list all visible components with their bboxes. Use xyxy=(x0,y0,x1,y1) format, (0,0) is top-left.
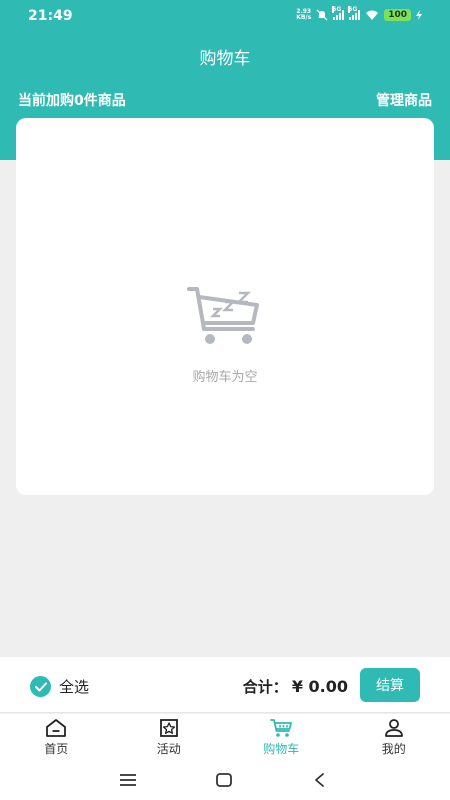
menu-icon[interactable] xyxy=(118,771,138,789)
system-navigation-bar xyxy=(0,762,450,800)
home-icon xyxy=(46,719,67,737)
home-square-icon[interactable] xyxy=(214,771,234,789)
checkout-bar: 全选 合计： ¥ 0.00 结算 xyxy=(0,657,450,713)
profile-icon xyxy=(384,719,403,737)
status-bar: 21:49 2.93 KB/s 5G 5G 100 xyxy=(0,0,450,34)
battery-indicator: 100 xyxy=(384,9,411,21)
tab-label: 活动 xyxy=(156,742,181,756)
tab-activity[interactable]: 活动 xyxy=(113,714,226,762)
total-label: 合计： xyxy=(242,678,288,696)
cart-icon xyxy=(270,719,293,737)
tab-label: 首页 xyxy=(44,742,69,756)
settle-button[interactable]: 结算 xyxy=(360,668,420,702)
cart-count-text: 当前加购0件商品 xyxy=(18,93,126,109)
tab-label: 购物车 xyxy=(263,742,300,756)
back-icon[interactable] xyxy=(310,771,330,789)
activity-icon xyxy=(159,719,178,737)
select-all-checkbox[interactable]: 全选 xyxy=(30,676,89,697)
tab-home[interactable]: 首页 xyxy=(0,714,113,762)
checkmark-icon xyxy=(30,676,51,697)
status-icons: 2.93 KB/s 5G 5G 100 xyxy=(296,6,422,21)
total-amount: 合计： ¥ 0.00 xyxy=(243,676,348,697)
total-value: ¥ 0.00 xyxy=(291,677,348,696)
wifi-icon xyxy=(366,10,379,20)
tab-cart[interactable]: 购物车 xyxy=(225,714,338,762)
select-all-label: 全选 xyxy=(59,678,90,696)
bottom-tab-bar: 首页 活动 购物车 我的 xyxy=(0,714,450,762)
manage-items-button[interactable]: 管理商品 xyxy=(376,90,432,110)
page-title: 购物车 xyxy=(199,49,251,69)
signal-icon-2: 5G xyxy=(348,6,361,20)
empty-cart-sleep-icon xyxy=(187,287,259,344)
status-time: 21:49 xyxy=(28,8,73,24)
mute-bell-icon xyxy=(316,9,328,21)
charging-icon xyxy=(416,10,422,20)
signal-icon-1: 5G xyxy=(332,6,345,20)
tab-profile[interactable]: 我的 xyxy=(338,714,450,762)
tab-label: 我的 xyxy=(381,742,406,756)
empty-cart-text: 购物车为空 xyxy=(192,370,258,385)
network-speed: 2.93 KB/s xyxy=(296,8,312,21)
